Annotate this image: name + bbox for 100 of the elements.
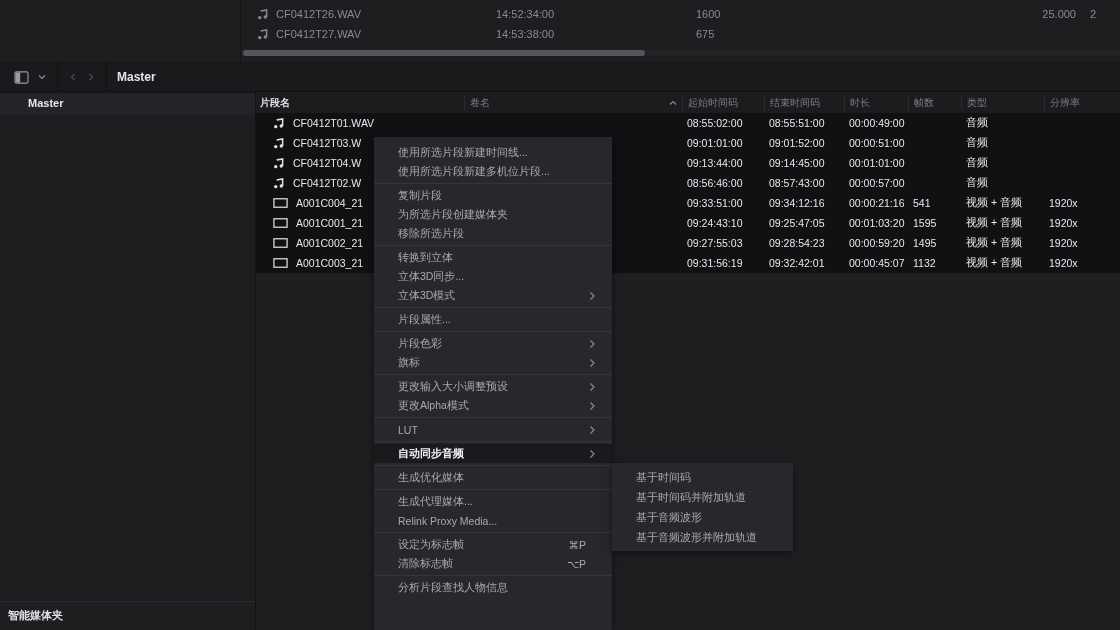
table-cell: 09:14:45:00 bbox=[769, 157, 825, 169]
clip-frame-icon bbox=[273, 257, 288, 269]
menu-item[interactable]: 基于音频波形 bbox=[612, 507, 793, 527]
menu-item[interactable]: 更改输入大小调整预设 bbox=[374, 377, 612, 396]
table-cell: 1920x bbox=[1049, 257, 1078, 269]
table-cell: 1920x bbox=[1049, 237, 1078, 249]
scrollbar[interactable] bbox=[241, 50, 1120, 56]
menu-item[interactable]: LUT bbox=[374, 420, 612, 439]
table-cell: 1920x bbox=[1049, 217, 1078, 229]
shortcut-label: ⌥P bbox=[566, 557, 586, 570]
clip-name: A001C001_21 bbox=[296, 217, 364, 229]
menu-item[interactable]: 清除标志帧 ⌥P bbox=[374, 554, 612, 573]
menu-item[interactable]: 生成优化媒体 bbox=[374, 468, 612, 487]
table-cell: 音频 bbox=[966, 176, 988, 188]
table-cell-text: 675 bbox=[696, 28, 716, 40]
table-cell: 09:25:47:05 bbox=[769, 217, 825, 229]
column-header[interactable]: 起始时间码 bbox=[682, 96, 764, 110]
table-cell: 视频 + 音频 bbox=[966, 216, 1022, 228]
clip-name: A001C004_21 bbox=[296, 197, 364, 209]
table-cell: 00:00:21:16 bbox=[849, 197, 905, 209]
table-cell: 视频 + 音频 bbox=[966, 196, 1022, 208]
table-cell: 09:01:01:00 bbox=[687, 137, 743, 149]
table-row[interactable]: CF0412T01.WAV 08:55:02:00 08:55:51:00 00:00:49:00 音频 bbox=[256, 113, 1120, 133]
menu-item[interactable]: 基于时间码 bbox=[612, 467, 793, 487]
table-cell-text: 1600 bbox=[696, 8, 722, 20]
column-header[interactable]: 帧数 bbox=[908, 96, 961, 110]
forward-icon[interactable] bbox=[86, 72, 96, 82]
clip-name: CF0412T27.WAV bbox=[276, 28, 362, 40]
clip-frame-icon bbox=[273, 197, 288, 209]
table-cell: 00:01:03:20 bbox=[849, 217, 905, 229]
table-cell: 00:00:59:20 bbox=[849, 237, 905, 249]
table-cell: 09:01:52:00 bbox=[769, 137, 825, 149]
table-cell: 08:56:46:00 bbox=[687, 177, 743, 189]
table-cell: 1920x bbox=[1049, 197, 1078, 209]
table-cell: 音频 bbox=[966, 136, 988, 148]
table-cell: 视频 + 音频 bbox=[966, 236, 1022, 248]
table-cell: 音频 bbox=[966, 116, 988, 128]
column-header[interactable]: 卷名 bbox=[464, 96, 682, 110]
table-cell: 09:34:12:16 bbox=[769, 197, 825, 209]
table-cell: 09:24:43:10 bbox=[687, 217, 743, 229]
table-cell: 1495 bbox=[913, 237, 937, 249]
table-cell: 541 bbox=[913, 197, 931, 209]
smart-bins-heading: 智能媒体夹 bbox=[8, 609, 63, 621]
menu-item[interactable]: 基于时间码并附加轨道 bbox=[612, 487, 793, 507]
clip-name: CF0412T26.WAV bbox=[276, 8, 362, 20]
table-cell: 音频 bbox=[966, 156, 988, 168]
music-note-icon bbox=[273, 177, 284, 189]
column-header[interactable]: 时长 bbox=[844, 96, 908, 110]
column-header[interactable]: 分辨率 bbox=[1044, 96, 1116, 110]
menu-item[interactable]: Relink Proxy Media... bbox=[374, 511, 612, 530]
table-cell-text: 14:53:38:00 bbox=[496, 28, 556, 40]
table-cell: 09:28:54:23 bbox=[769, 237, 825, 249]
clip-name: CF0412T01.WAV bbox=[293, 117, 375, 129]
music-note-icon bbox=[273, 157, 284, 169]
table-cell: 00:00:49:00 bbox=[849, 117, 905, 129]
menu-item[interactable]: 片段色彩 bbox=[374, 334, 612, 353]
menu-item[interactable]: 片段属性... bbox=[374, 310, 612, 329]
menu-item[interactable]: 自动同步音频 bbox=[374, 444, 612, 463]
clip-name: CF0412T02.W bbox=[293, 177, 362, 189]
music-note-icon bbox=[273, 117, 284, 129]
bin-title: Master bbox=[116, 70, 156, 84]
table-cell-text: 25.000 bbox=[1041, 8, 1076, 20]
clip-frame-icon bbox=[273, 237, 288, 249]
table-cell: 00:00:57:00 bbox=[849, 177, 905, 189]
menu-item[interactable]: 更改Alpha模式 bbox=[374, 396, 612, 415]
music-note-icon bbox=[257, 28, 268, 40]
table-cell-text: 14:52:34:00 bbox=[496, 8, 556, 20]
table-cell: 08:55:02:00 bbox=[687, 117, 743, 129]
bin-item[interactable]: Master bbox=[0, 94, 255, 115]
menu-item[interactable]: 分析片段查找人物信息 bbox=[374, 578, 612, 597]
table-cell: 00:00:45:07 bbox=[849, 257, 905, 269]
column-header[interactable]: 片段名 bbox=[256, 96, 464, 110]
table-cell: 1595 bbox=[913, 217, 937, 229]
table-cell-text: 2 bbox=[1090, 8, 1098, 20]
menu-item[interactable]: 旗标 bbox=[374, 353, 612, 372]
menu-item[interactable]: 生成代理媒体... bbox=[374, 492, 612, 511]
back-icon[interactable] bbox=[68, 72, 78, 82]
menu-item[interactable]: 立体3D模式 bbox=[374, 286, 612, 305]
music-note-icon bbox=[273, 137, 284, 149]
chevron-down-icon[interactable] bbox=[37, 72, 47, 82]
clip-name: A001C002_21 bbox=[296, 237, 364, 249]
table-cell: 09:13:44:00 bbox=[687, 157, 743, 169]
menu-item[interactable]: 设定为标志帧 ⌘P bbox=[374, 535, 612, 554]
clip-name: A001C003_21 bbox=[296, 257, 364, 269]
music-note-icon bbox=[257, 8, 268, 20]
column-header[interactable]: 结束时间码 bbox=[764, 96, 844, 110]
table-cell: 视频 + 音频 bbox=[966, 256, 1022, 268]
table-cell: 09:33:51:00 bbox=[687, 197, 743, 209]
table-cell: 00:00:51:00 bbox=[849, 137, 905, 149]
scrollbar-thumb[interactable] bbox=[243, 50, 645, 56]
clip-name: CF0412T04.W bbox=[293, 157, 362, 169]
table-cell: 09:27:55:03 bbox=[687, 237, 743, 249]
table-cell: 08:55:51:00 bbox=[769, 117, 825, 129]
table-cell: 09:32:42:01 bbox=[769, 257, 825, 269]
menu-item[interactable]: 基于音频波形并附加轨道 bbox=[612, 527, 793, 547]
column-header[interactable]: 类型 bbox=[961, 96, 1044, 110]
clip-frame-icon bbox=[273, 217, 288, 229]
sidebar-toggle-icon[interactable] bbox=[14, 70, 29, 84]
shortcut-label: ⌘P bbox=[568, 538, 586, 551]
table-cell: 00:01:01:00 bbox=[849, 157, 905, 169]
